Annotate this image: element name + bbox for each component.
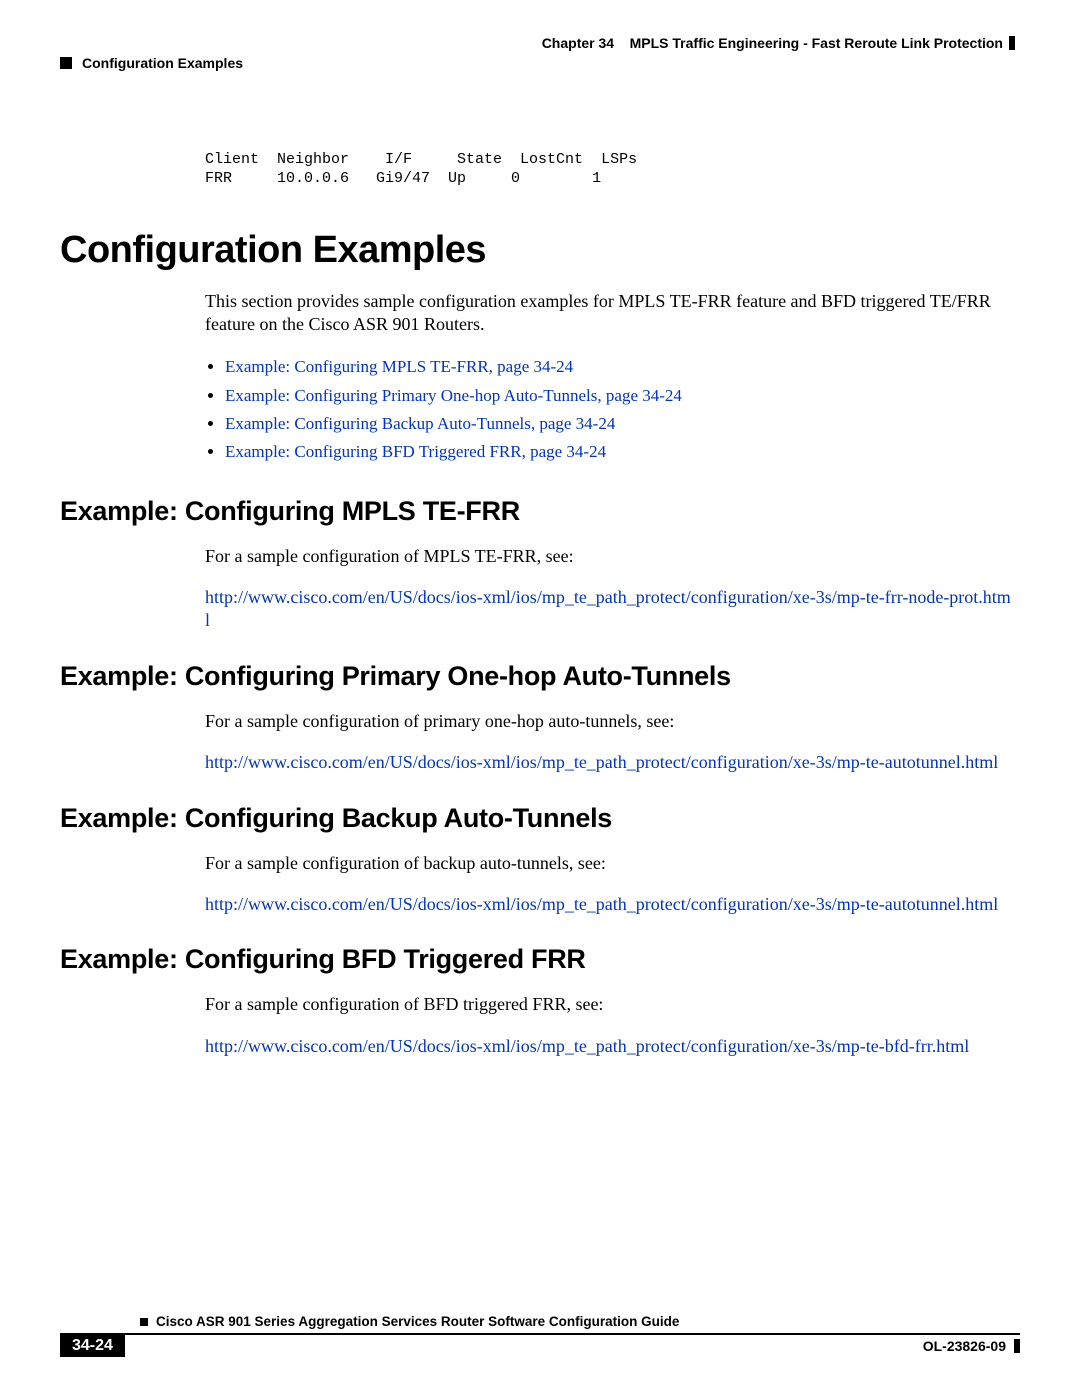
toc-item: Example: Configuring BFD Triggered FRR, … — [225, 439, 1020, 465]
example-body: For a sample configuration of MPLS TE-FR… — [205, 545, 1020, 568]
toc-item: Example: Configuring MPLS TE-FRR, page 3… — [225, 354, 1020, 380]
example-body: For a sample configuration of backup aut… — [205, 852, 1020, 875]
square-bullet-icon — [60, 57, 72, 69]
chapter-number: Chapter 34 — [542, 35, 614, 51]
toc-link[interactable]: Example: Configuring Primary One-hop Aut… — [225, 386, 682, 405]
header-bar-icon — [1009, 36, 1015, 50]
page-number: 34-24 — [60, 1335, 125, 1357]
document-page: Chapter 34 MPLS Traffic Engineering - Fa… — [0, 0, 1080, 1397]
doc-id-text: OL-23826-09 — [923, 1338, 1006, 1354]
breadcrumb: Configuration Examples — [60, 55, 1020, 71]
example-body: For a sample configuration of primary on… — [205, 710, 1020, 733]
example-link[interactable]: http://www.cisco.com/en/US/docs/ios-xml/… — [205, 586, 1015, 633]
toc-item: Example: Configuring Primary One-hop Aut… — [225, 383, 1020, 409]
page-header: Chapter 34 MPLS Traffic Engineering - Fa… — [60, 35, 1020, 51]
toc-link[interactable]: Example: Configuring BFD Triggered FRR, … — [225, 442, 606, 461]
footer-title-row: Cisco ASR 901 Series Aggregation Service… — [140, 1314, 1020, 1329]
breadcrumb-text: Configuration Examples — [82, 55, 243, 71]
example-heading: Example: Configuring Primary One-hop Aut… — [60, 661, 1020, 692]
example-heading: Example: Configuring BFD Triggered FRR — [60, 944, 1020, 975]
main-heading: Configuration Examples — [60, 229, 1020, 272]
example-heading: Example: Configuring MPLS TE-FRR — [60, 496, 1020, 527]
toc-link[interactable]: Example: Configuring Backup Auto-Tunnels… — [225, 414, 615, 433]
example-link[interactable]: http://www.cisco.com/en/US/docs/ios-xml/… — [205, 893, 1015, 916]
footer-bar-icon — [1014, 1339, 1020, 1353]
example-heading: Example: Configuring Backup Auto-Tunnels — [60, 803, 1020, 834]
square-bullet-icon — [140, 1318, 148, 1326]
toc-link[interactable]: Example: Configuring MPLS TE-FRR, page 3… — [225, 357, 573, 376]
footer-bottom: 34-24 OL-23826-09 — [60, 1335, 1020, 1357]
example-link[interactable]: http://www.cisco.com/en/US/docs/ios-xml/… — [205, 1035, 1015, 1058]
example-link[interactable]: http://www.cisco.com/en/US/docs/ios-xml/… — [205, 751, 1015, 774]
doc-id: OL-23826-09 — [923, 1338, 1020, 1354]
page-footer: Cisco ASR 901 Series Aggregation Service… — [60, 1314, 1020, 1357]
toc-item: Example: Configuring Backup Auto-Tunnels… — [225, 411, 1020, 437]
example-body: For a sample configuration of BFD trigge… — [205, 993, 1020, 1016]
guide-title: Cisco ASR 901 Series Aggregation Service… — [156, 1314, 679, 1329]
chapter-title: MPLS Traffic Engineering - Fast Reroute … — [630, 35, 1003, 51]
code-output-block: Client Neighbor I/F State LostCnt LSPs F… — [205, 151, 1020, 189]
toc-list: Example: Configuring MPLS TE-FRR, page 3… — [205, 354, 1020, 465]
intro-paragraph: This section provides sample configurati… — [205, 290, 1020, 337]
chapter-label: Chapter 34 MPLS Traffic Engineering - Fa… — [542, 35, 1003, 51]
